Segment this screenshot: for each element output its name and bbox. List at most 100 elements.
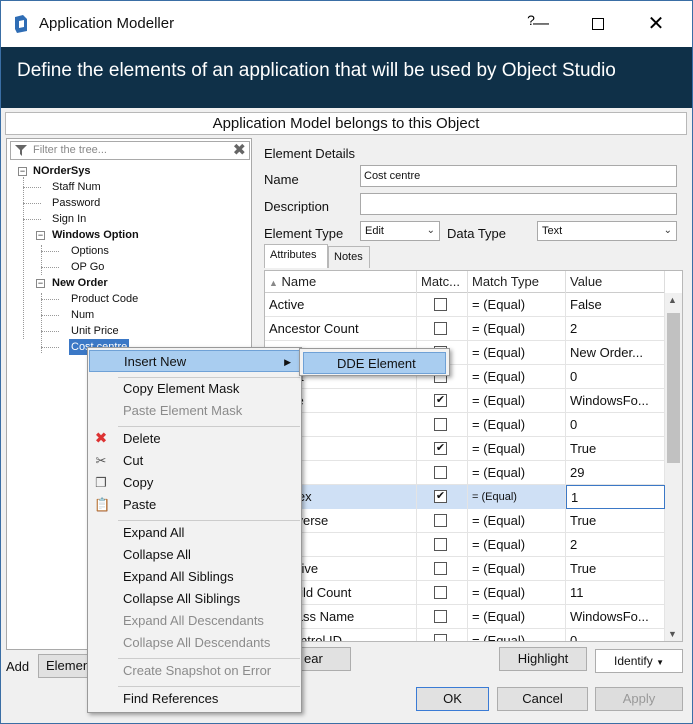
cell-value[interactable]: New Order...: [566, 341, 665, 365]
table-row[interactable]: nt Active= (Equal)True: [265, 557, 665, 581]
tree-filter-input[interactable]: Filter the tree... ✖: [10, 141, 250, 160]
collapse-toggle-windows-option[interactable]: −: [36, 231, 45, 240]
element-type-select[interactable]: Edit ⌄: [360, 221, 440, 241]
cell-value[interactable]: 0: [566, 365, 665, 389]
match-checkbox[interactable]: [434, 514, 447, 527]
match-checkbox[interactable]: ✔: [434, 490, 447, 503]
menu-item-create-snapshot-on-error[interactable]: Create Snapshot on Error: [89, 660, 300, 682]
identify-button[interactable]: Identify ▼: [595, 649, 683, 673]
column-header-match[interactable]: Matc...: [417, 271, 468, 293]
match-checkbox[interactable]: [434, 610, 447, 623]
table-row[interactable]: Active = (Equal) False: [265, 293, 665, 317]
menu-item-insert-new[interactable]: Insert New ▶: [89, 350, 300, 372]
match-checkbox[interactable]: [434, 322, 447, 335]
cell-value[interactable]: True: [566, 509, 665, 533]
cell-match-type: = (Equal): [468, 413, 566, 437]
table-row[interactable]: h Reverse= (Equal)True: [265, 509, 665, 533]
column-header-value[interactable]: Value: [566, 271, 665, 293]
collapse-toggle-norderssys[interactable]: −: [18, 167, 27, 176]
table-row[interactable]: nt Class Name = (Equal) WindowsFo...: [265, 605, 665, 629]
match-checkbox[interactable]: [434, 418, 447, 431]
menu-item-collapse-all-descendants[interactable]: Collapse All Descendants: [89, 632, 300, 654]
cancel-button[interactable]: Cancel: [497, 687, 588, 711]
menu-item-expand-all[interactable]: Expand All: [89, 522, 300, 544]
scroll-down-icon[interactable]: ▼: [668, 629, 677, 639]
menu-item-collapse-all[interactable]: Collapse All: [89, 544, 300, 566]
match-checkbox[interactable]: [434, 298, 447, 311]
tree-node[interactable]: Windows Option: [52, 227, 139, 243]
cell-value[interactable]: WindowsFo...: [566, 389, 665, 413]
scroll-up-icon[interactable]: ▲: [668, 295, 677, 305]
match-checkbox[interactable]: [434, 586, 447, 599]
maximize-button[interactable]: [576, 9, 620, 39]
table-row[interactable]: led✔= (Equal)True: [265, 437, 665, 461]
table-row[interactable]: nal= (Equal)2: [265, 533, 665, 557]
tab-notes[interactable]: Notes: [328, 246, 370, 268]
cell-value[interactable]: False: [566, 293, 665, 317]
tree-node[interactable]: Options: [71, 243, 109, 259]
cell-value[interactable]: True: [566, 437, 665, 461]
name-field[interactable]: Cost centre: [360, 165, 677, 187]
tab-attributes[interactable]: Attributes: [264, 244, 328, 268]
menu-item-collapse-all-siblings[interactable]: Collapse All Siblings: [89, 588, 300, 610]
cell-value[interactable]: True: [566, 557, 665, 581]
menu-item-dde-element[interactable]: DDE Element: [303, 352, 446, 374]
cell-name: Active: [265, 293, 417, 317]
description-field[interactable]: [360, 193, 677, 215]
cell-value[interactable]: WindowsFo...: [566, 605, 665, 629]
minimize-button[interactable]: —: [519, 9, 563, 39]
cell-value[interactable]: 11: [566, 581, 665, 605]
scroll-thumb[interactable]: [667, 313, 680, 463]
tree-node[interactable]: NOrderSys: [33, 163, 90, 179]
table-row[interactable]: h Index✔= (Equal)1: [265, 485, 665, 509]
data-type-select[interactable]: Text ⌄: [537, 221, 677, 241]
match-checkbox[interactable]: [434, 634, 447, 641]
tree-node[interactable]: Num: [71, 307, 94, 323]
match-checkbox[interactable]: ✔: [434, 394, 447, 407]
tree-node[interactable]: OP Go: [71, 259, 104, 275]
table-row[interactable]: nt Child Count = (Equal) 11: [265, 581, 665, 605]
cell-match: ✔: [417, 437, 468, 461]
cell-match-type: = (Equal): [468, 581, 566, 605]
menu-item-copy[interactable]: ❐ Copy: [89, 472, 300, 494]
menu-item-find-references[interactable]: Find References: [89, 688, 300, 710]
apply-button[interactable]: Apply: [595, 687, 683, 711]
cell-value[interactable]: 29: [566, 461, 665, 485]
tree-node[interactable]: New Order: [52, 275, 108, 291]
menu-item-paste-element-mask[interactable]: Paste Element Mask: [89, 400, 300, 422]
grid-scrollbar[interactable]: ▲ ▼: [665, 293, 682, 641]
close-button[interactable]: ✕: [634, 9, 678, 39]
tree-node[interactable]: Unit Price: [71, 323, 119, 339]
menu-item-delete[interactable]: ✖ Delete: [89, 428, 300, 450]
table-row[interactable]: Name✔= (Equal)WindowsFo...: [265, 389, 665, 413]
column-header-match-type[interactable]: Match Type: [468, 271, 566, 293]
cell-value[interactable]: 2: [566, 533, 665, 557]
match-checkbox[interactable]: [434, 466, 447, 479]
ok-button[interactable]: OK: [416, 687, 489, 711]
match-checkbox[interactable]: [434, 562, 447, 575]
cell-value[interactable]: 2: [566, 317, 665, 341]
cell-value[interactable]: 1: [566, 485, 665, 509]
table-row[interactable]: nt Control ID = (Equal) 0: [265, 629, 665, 641]
cell-value[interactable]: 0: [566, 629, 665, 641]
match-checkbox[interactable]: [434, 538, 447, 551]
menu-item-expand-all-siblings[interactable]: Expand All Siblings: [89, 566, 300, 588]
menu-item-expand-all-descendants[interactable]: Expand All Descendants: [89, 610, 300, 632]
menu-item-cut[interactable]: ✂ Cut: [89, 450, 300, 472]
table-row[interactable]: rol ID= (Equal)0: [265, 413, 665, 437]
match-checkbox[interactable]: ✔: [434, 442, 447, 455]
tree-node[interactable]: Sign In: [52, 211, 86, 227]
menu-item-paste[interactable]: 📋 Paste: [89, 494, 300, 516]
object-bar[interactable]: Application Model belongs to this Object: [5, 112, 687, 135]
column-header-name[interactable]: ▲ Name: [265, 271, 417, 293]
tree-node[interactable]: Password: [52, 195, 100, 211]
clear-filter-icon[interactable]: ✖: [233, 142, 246, 159]
tree-node[interactable]: Staff Num: [52, 179, 101, 195]
cell-value[interactable]: 0: [566, 413, 665, 437]
table-row[interactable]: Ancestor Count = (Equal) 2: [265, 317, 665, 341]
collapse-toggle-new-order[interactable]: −: [36, 279, 45, 288]
menu-item-copy-element-mask[interactable]: Copy Element Mask: [89, 378, 300, 400]
table-row[interactable]: nt= (Equal)29: [265, 461, 665, 485]
tree-node[interactable]: Product Code: [71, 291, 138, 307]
highlight-button[interactable]: Highlight: [499, 647, 587, 671]
